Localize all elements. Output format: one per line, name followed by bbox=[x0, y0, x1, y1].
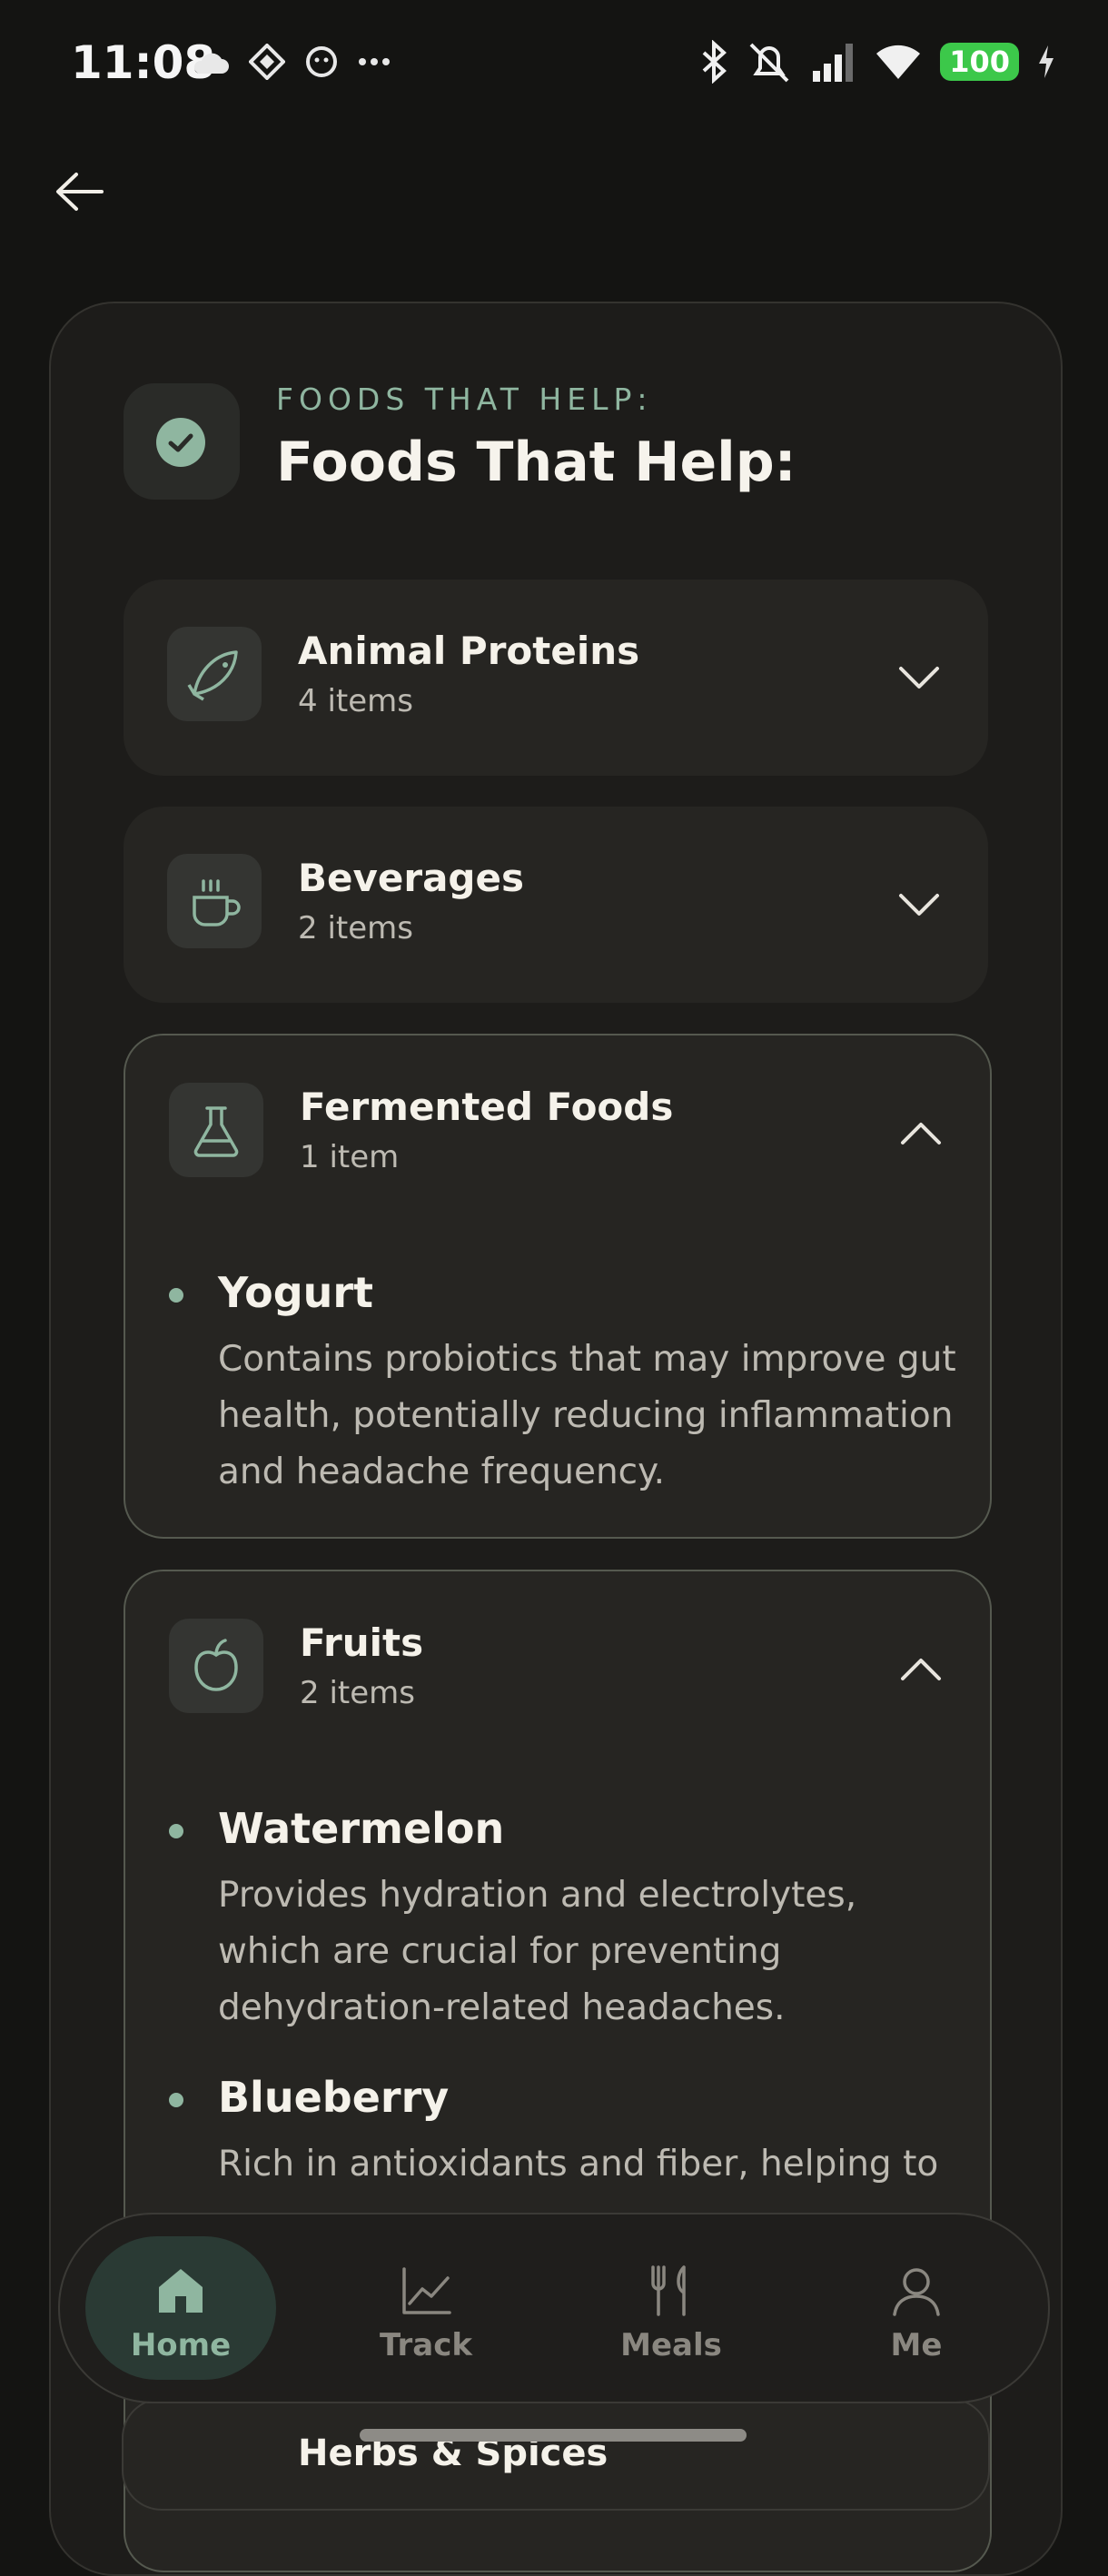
chevron-up-icon[interactable] bbox=[899, 1655, 943, 1684]
apple-icon bbox=[169, 1619, 263, 1713]
group-title: Fermented Foods bbox=[300, 1085, 674, 1129]
group-count: 4 items bbox=[298, 683, 413, 719]
home-icon bbox=[159, 2269, 203, 2313]
header-icon-box bbox=[124, 383, 240, 500]
status-bar: 11:08 100 bbox=[0, 0, 1108, 127]
nav-label: Meals bbox=[620, 2327, 722, 2363]
cloud-icon bbox=[193, 53, 229, 74]
arrow-left-icon bbox=[56, 173, 104, 211]
chevron-up-icon[interactable] bbox=[899, 1119, 943, 1148]
fish-icon bbox=[167, 627, 262, 721]
item-name: Blueberry bbox=[218, 2073, 450, 2122]
wifi-icon bbox=[876, 45, 921, 79]
more-dots-icon bbox=[359, 58, 390, 65]
group-count: 2 items bbox=[300, 1675, 415, 1711]
bottom-nav: Home Track Meals Me bbox=[58, 2213, 1050, 2403]
chevron-down-icon[interactable] bbox=[897, 663, 941, 692]
item-name: Yogurt bbox=[218, 1268, 374, 1317]
back-button[interactable] bbox=[53, 169, 116, 223]
group-title: Animal Proteins bbox=[298, 629, 640, 673]
nav-home[interactable]: Home bbox=[85, 2236, 276, 2380]
nav-track[interactable]: Track bbox=[331, 2236, 521, 2380]
bullet-dot bbox=[169, 1288, 183, 1303]
list-item: Watermelon Provides hydration and electr… bbox=[169, 1804, 959, 2028]
nav-label: Me bbox=[890, 2327, 943, 2363]
battery-indicator: 100 bbox=[940, 43, 1019, 81]
group-title: Beverages bbox=[298, 856, 524, 900]
list-item: Yogurt Contains probiotics that may impr… bbox=[169, 1268, 959, 1492]
lion-app-icon bbox=[306, 46, 337, 77]
signal-icon bbox=[813, 44, 854, 82]
group-count: 1 item bbox=[300, 1139, 400, 1175]
fork-knife-icon bbox=[651, 2265, 686, 2316]
group-herbs-spices[interactable]: Herbs & Spices bbox=[122, 2398, 990, 2511]
nav-label: Track bbox=[380, 2327, 472, 2363]
group-animal-proteins[interactable]: Animal Proteins 4 items bbox=[124, 580, 988, 776]
charging-bolt-icon bbox=[1039, 45, 1054, 78]
user-icon bbox=[893, 2268, 940, 2316]
item-description: Provides hydration and electrolytes, whi… bbox=[218, 1875, 857, 2028]
bullet-dot bbox=[169, 1824, 183, 1838]
group-fermented-foods[interactable]: Fermented Foods 1 item Yogurt Contains p… bbox=[124, 1034, 992, 1539]
flask-icon bbox=[169, 1083, 263, 1177]
nav-me[interactable]: Me bbox=[821, 2236, 1012, 2380]
group-title: Fruits bbox=[300, 1620, 424, 1665]
item-description: Contains probiotics that may improve gut… bbox=[218, 1339, 956, 1492]
group-beverages[interactable]: Beverages 2 items bbox=[124, 807, 988, 1003]
group-count: 2 items bbox=[298, 910, 413, 946]
item-description: Rich in antioxidants and fiber, helping … bbox=[218, 2144, 939, 2185]
coffee-cup-icon bbox=[167, 854, 262, 948]
nav-meals[interactable]: Meals bbox=[576, 2236, 767, 2380]
diamond-app-icon bbox=[249, 44, 285, 80]
item-name: Watermelon bbox=[218, 1804, 505, 1853]
chart-line-icon bbox=[402, 2267, 451, 2314]
nav-label: Home bbox=[130, 2327, 232, 2363]
section-eyebrow: FOODS THAT HELP: bbox=[276, 381, 653, 417]
page-title: Foods That Help: bbox=[276, 431, 796, 494]
bluetooth-icon bbox=[702, 40, 727, 84]
home-indicator[interactable] bbox=[360, 2429, 747, 2442]
bullet-dot bbox=[169, 2093, 183, 2107]
mute-bell-icon bbox=[749, 43, 789, 83]
chevron-down-icon[interactable] bbox=[897, 890, 941, 919]
check-circle-icon bbox=[156, 418, 205, 467]
